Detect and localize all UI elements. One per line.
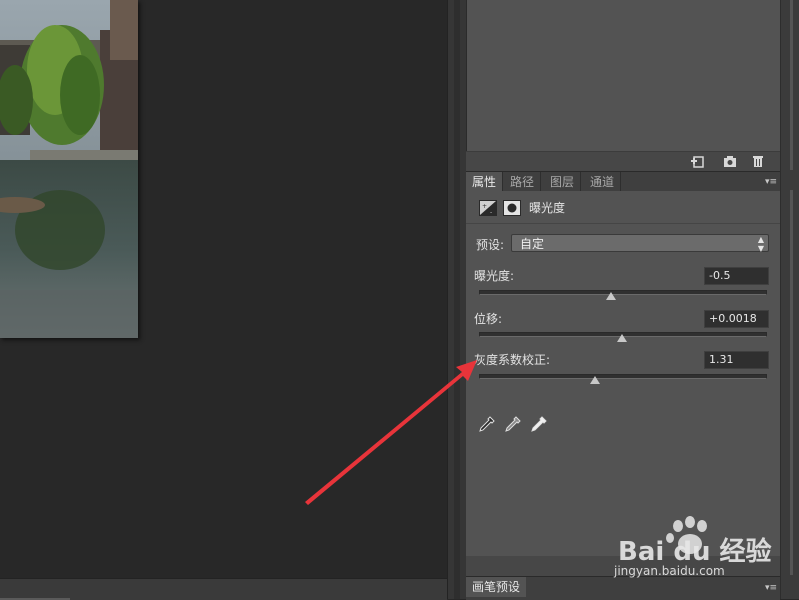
tab-properties[interactable]: 属性 [466, 172, 504, 192]
tab-channels[interactable]: 通道 [584, 172, 622, 192]
brush-presets-tabbar: 画笔预设 ▾≡ [466, 576, 780, 600]
mask-circle-icon [504, 201, 520, 215]
camera-icon[interactable] [723, 155, 737, 168]
exposure-value-input[interactable]: -0.5 [704, 267, 769, 285]
watermark-url: jingyan.baidu.com [614, 564, 725, 578]
tab-paths[interactable]: 路径 [504, 172, 542, 192]
adjustments-panel [466, 0, 781, 151]
preset-label: 预设: [476, 238, 505, 252]
new-adjustment-icon[interactable] [691, 155, 705, 168]
adjustment-title: 曝光度 [529, 201, 566, 215]
gamma-value-input[interactable]: 1.31 [704, 351, 769, 369]
offset-value-input[interactable]: +0.0018 [704, 310, 769, 328]
preset-select[interactable]: 自定 ▲ ▼ [511, 234, 769, 253]
horizontal-scrollbar[interactable] [0, 578, 447, 600]
panel-dock-divider [447, 0, 467, 599]
exposure-adjustment-icon[interactable]: + - [479, 200, 497, 216]
offset-label: 位移: [474, 312, 503, 326]
svg-text:+: + [482, 203, 487, 210]
properties-tabbar: 属性 路径 图层 通道 ▾≡ [466, 171, 780, 192]
select-arrows-icon: ▲ ▼ [757, 235, 764, 253]
tab-brush-presets[interactable]: 画笔预设 [466, 577, 527, 597]
exposure-slider-track[interactable] [479, 290, 767, 295]
photo-content [0, 0, 138, 338]
tab-layers[interactable]: 图层 [544, 172, 582, 192]
watermark-brand: Bai du 经验 [618, 537, 772, 567]
gamma-slider-thumb[interactable] [590, 376, 600, 384]
gray-point-eyedropper-icon[interactable] [505, 416, 521, 432]
vertical-scroll-track-bottom[interactable] [790, 190, 793, 575]
offset-slider-thumb[interactable] [617, 334, 627, 342]
gamma-slider-track[interactable] [479, 374, 767, 379]
panel-menu-icon[interactable]: ▾≡ [763, 176, 777, 188]
white-point-eyedropper-icon[interactable] [531, 416, 547, 432]
trash-icon[interactable] [751, 155, 765, 168]
properties-panel: + - 曝光度 预设: 自定 ▲ ▼ 曝光度: -0.5 位移: +0.0018 … [466, 191, 780, 576]
adjustments-panel-footer [466, 151, 780, 172]
exposure-glyph-icon: + - [480, 201, 496, 216]
exposure-slider-thumb[interactable] [606, 292, 616, 300]
panel-dock-strip [454, 0, 460, 599]
document-canvas[interactable] [0, 0, 447, 578]
preset-value: 自定 [520, 237, 545, 251]
vertical-scroll-track-top[interactable] [790, 0, 793, 170]
brush-panel-menu-icon[interactable]: ▾≡ [763, 582, 777, 594]
black-point-eyedropper-icon[interactable] [479, 416, 495, 432]
svg-text:-: - [490, 209, 492, 215]
exposure-label: 曝光度: [474, 269, 515, 283]
properties-header: + - 曝光度 [466, 191, 780, 224]
gamma-label: 灰度系数校正: [474, 353, 551, 367]
photo-image [0, 0, 138, 338]
vertical-scrollbar[interactable] [780, 0, 799, 599]
layer-mask-icon[interactable] [503, 200, 521, 216]
